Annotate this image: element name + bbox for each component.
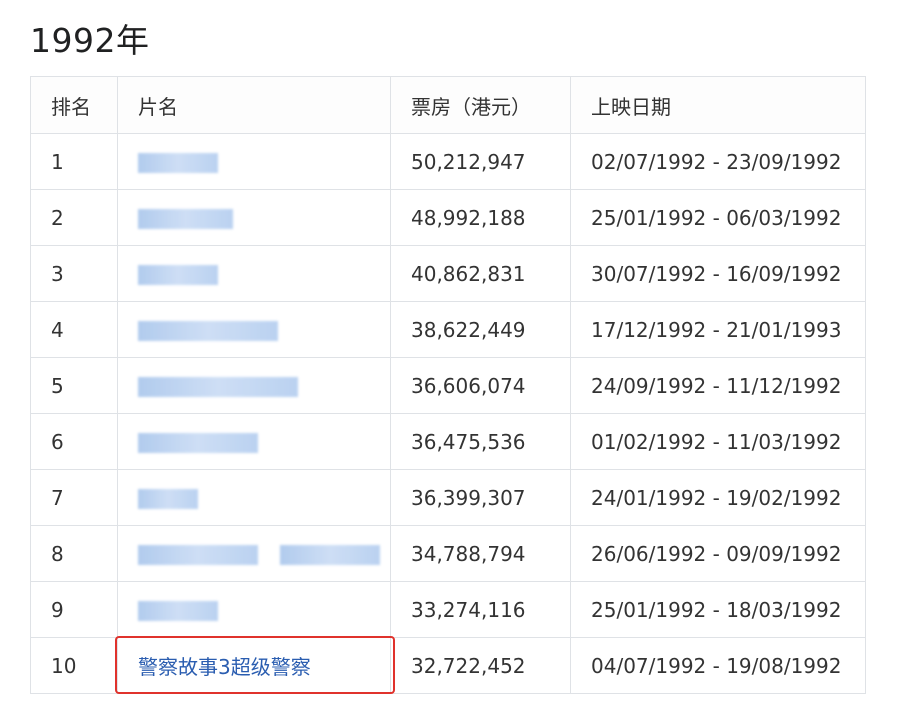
cell-rank: 7 xyxy=(30,469,118,526)
header-box-office: 票房（港元） xyxy=(390,76,571,134)
cell-title: 警察故事3超级警察 xyxy=(117,637,391,694)
table-row: 3 40,862,831 30/07/1992 - 16/09/1992 xyxy=(30,245,866,302)
table-row: 8 34,788,794 26/06/1992 - 09/09/1992 xyxy=(30,525,866,582)
blurred-film-title xyxy=(280,545,380,565)
table-row: 4 38,622,449 17/12/1992 - 21/01/1993 xyxy=(30,301,866,358)
table-row: 2 48,992,188 25/01/1992 - 06/03/1992 xyxy=(30,189,866,246)
blurred-film-title xyxy=(138,433,258,453)
cell-box-office: 36,475,536 xyxy=(390,413,571,470)
cell-rank: 3 xyxy=(30,245,118,302)
table-row: 5 36,606,074 24/09/1992 - 11/12/1992 xyxy=(30,357,866,414)
cell-rank: 6 xyxy=(30,413,118,470)
cell-title xyxy=(117,581,391,638)
cell-rank: 8 xyxy=(30,525,118,582)
cell-rank: 5 xyxy=(30,357,118,414)
table-row: 7 36,399,307 24/01/1992 - 19/02/1992 xyxy=(30,469,866,526)
cell-release-date: 24/01/1992 - 19/02/1992 xyxy=(570,469,866,526)
page-title: 1992年 xyxy=(30,21,150,60)
blurred-film-title xyxy=(138,545,258,565)
table-body: 1 50,212,947 02/07/1992 - 23/09/1992 2 48,99… xyxy=(30,133,866,694)
cell-box-office: 32,722,452 xyxy=(390,637,571,694)
cell-box-office: 40,862,831 xyxy=(390,245,571,302)
blurred-film-title xyxy=(138,153,218,173)
cell-title xyxy=(117,413,391,470)
blurred-film-title xyxy=(138,209,233,229)
cell-rank: 4 xyxy=(30,301,118,358)
cell-box-office: 36,606,074 xyxy=(390,357,571,414)
cell-box-office: 48,992,188 xyxy=(390,189,571,246)
box-office-table: 排名 片名 票房（港元） 上映日期 1 50,212,947 02/07/1992 … xyxy=(30,76,866,694)
cell-title xyxy=(117,133,391,190)
table-row: 1 50,212,947 02/07/1992 - 23/09/1992 xyxy=(30,133,866,190)
table-row: 10 警察故事3超级警察 32,722,452 04/07/1992 - 19/08/… xyxy=(30,637,866,694)
cell-release-date: 01/02/1992 - 11/03/1992 xyxy=(570,413,866,470)
header-title: 片名 xyxy=(117,76,391,134)
cell-title xyxy=(117,469,391,526)
cell-rank: 1 xyxy=(30,133,118,190)
cell-release-date: 25/01/1992 - 06/03/1992 xyxy=(570,189,866,246)
cell-box-office: 34,788,794 xyxy=(390,525,571,582)
cell-rank: 10 xyxy=(30,637,118,694)
cell-title xyxy=(117,301,391,358)
cell-box-office: 33,274,116 xyxy=(390,581,571,638)
cell-box-office: 36,399,307 xyxy=(390,469,571,526)
film-title-link[interactable]: 警察故事3超级警察 xyxy=(138,655,311,679)
cell-rank: 2 xyxy=(30,189,118,246)
blurred-film-title xyxy=(138,265,218,285)
cell-title xyxy=(117,357,391,414)
cell-release-date: 02/07/1992 - 23/09/1992 xyxy=(570,133,866,190)
cell-release-date: 17/12/1992 - 21/01/1993 xyxy=(570,301,866,358)
table-row: 6 36,475,536 01/02/1992 - 11/03/1992 xyxy=(30,413,866,470)
cell-release-date: 04/07/1992 - 19/08/1992 xyxy=(570,637,866,694)
cell-release-date: 25/01/1992 - 18/03/1992 xyxy=(570,581,866,638)
cell-title xyxy=(117,245,391,302)
cell-release-date: 30/07/1992 - 16/09/1992 xyxy=(570,245,866,302)
blurred-film-title xyxy=(138,321,278,341)
cell-title xyxy=(117,189,391,246)
blurred-film-title xyxy=(138,601,218,621)
blurred-film-title xyxy=(138,489,198,509)
header-rank: 排名 xyxy=(30,76,118,134)
cell-box-office: 50,212,947 xyxy=(390,133,571,190)
header-release-date: 上映日期 xyxy=(570,76,866,134)
cell-rank: 9 xyxy=(30,581,118,638)
cell-release-date: 26/06/1992 - 09/09/1992 xyxy=(570,525,866,582)
table-row: 9 33,274,116 25/01/1992 - 18/03/1992 xyxy=(30,581,866,638)
blurred-film-title xyxy=(138,377,298,397)
cell-title xyxy=(117,525,391,582)
cell-release-date: 24/09/1992 - 11/12/1992 xyxy=(570,357,866,414)
cell-box-office: 38,622,449 xyxy=(390,301,571,358)
table-header-row: 排名 片名 票房（港元） 上映日期 xyxy=(30,76,866,134)
